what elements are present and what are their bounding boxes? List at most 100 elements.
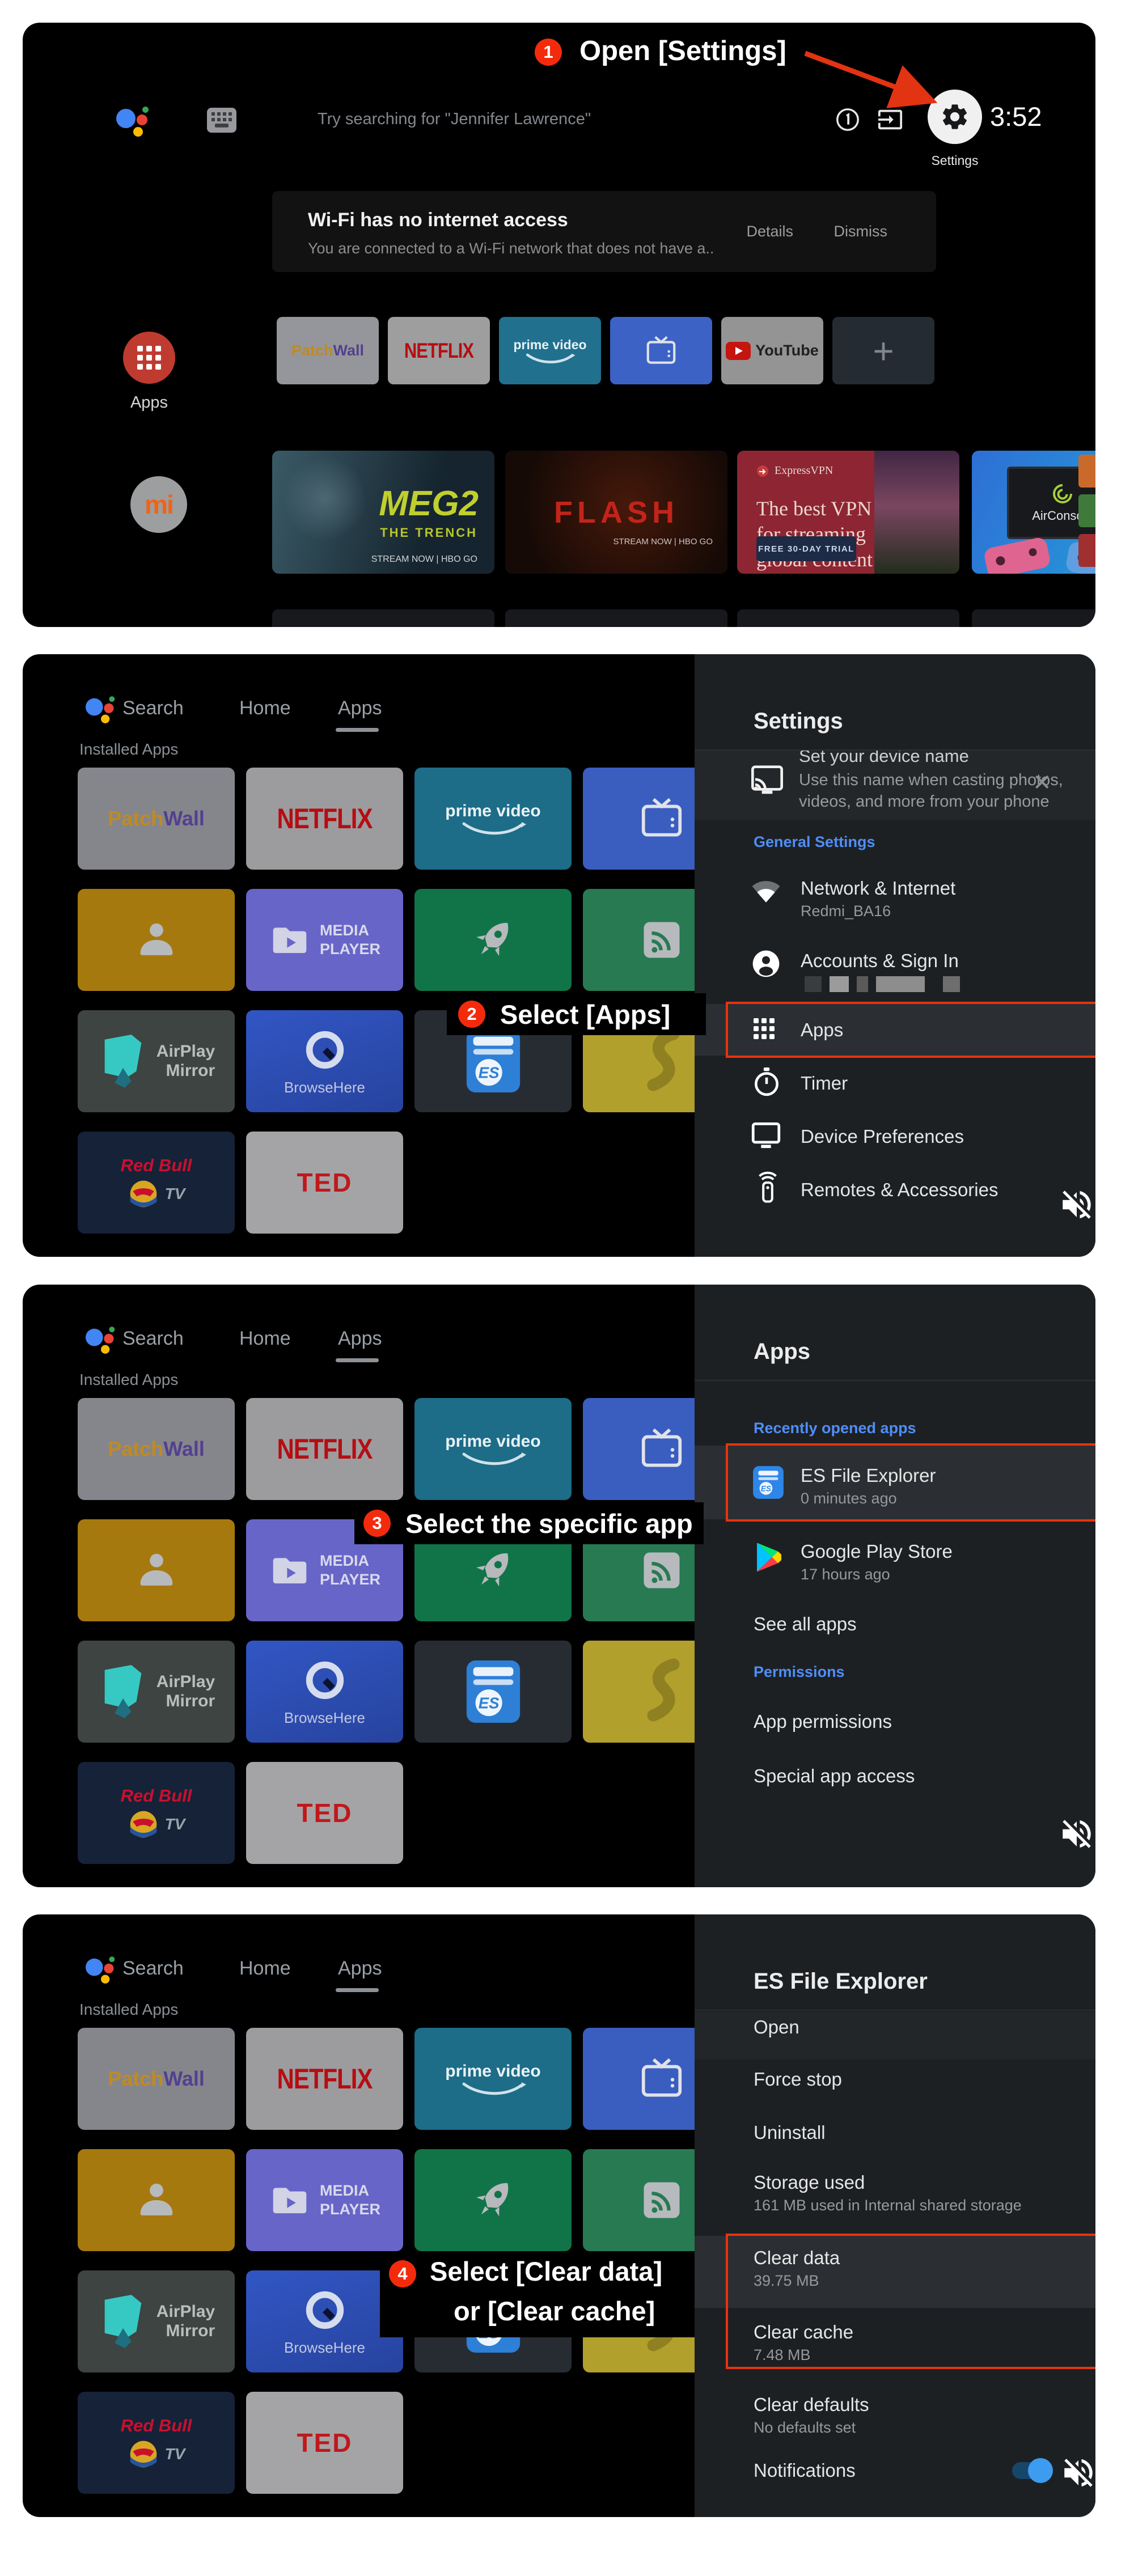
tile-es-file-explorer[interactable]: ES bbox=[414, 1641, 572, 1743]
tile-mi-tv[interactable] bbox=[610, 317, 712, 384]
prime-video-logo: prime video bbox=[445, 1432, 540, 1451]
card-airconsole[interactable]: AirConsole bbox=[972, 451, 1095, 574]
tile-redbull-tv[interactable]: Red Bull TV bbox=[78, 1132, 235, 1234]
apps-grid-icon bbox=[754, 1018, 775, 1039]
menu-item-accounts[interactable]: Accounts & Sign In bbox=[695, 944, 1095, 1007]
tab-apps[interactable]: Apps bbox=[338, 1328, 382, 1350]
browsehere-label: BrowseHere bbox=[284, 1079, 365, 1096]
tile-rocket-app[interactable] bbox=[414, 889, 572, 991]
menu-item-remotes[interactable]: Remotes & Accessories bbox=[695, 1164, 1095, 1215]
tile-netflix[interactable]: NETFLIX bbox=[246, 2028, 403, 2130]
special-app-access-item[interactable]: Special app access bbox=[754, 1765, 915, 1787]
tab-search[interactable]: Search bbox=[122, 1328, 184, 1350]
tile-ted[interactable]: TED bbox=[246, 1762, 403, 1864]
app-permissions-item[interactable]: App permissions bbox=[754, 1711, 892, 1732]
menu-item-apps[interactable]: Apps bbox=[695, 1004, 1095, 1056]
notifications-toggle[interactable] bbox=[1012, 2462, 1051, 2479]
menu-item-google-play[interactable]: Google Play Store 17 hours ago bbox=[695, 1530, 1095, 1598]
tile-redbull-tv[interactable]: Red Bull TV bbox=[78, 1762, 235, 1864]
meg2-title: MEG2 bbox=[379, 484, 479, 524]
tile-airplay-mirror[interactable]: AirPlayMirror bbox=[78, 1641, 235, 1743]
folder-play-icon bbox=[269, 2179, 311, 2221]
tab-apps[interactable]: Apps bbox=[338, 1958, 382, 1980]
menu-item-force-stop[interactable]: Force stop bbox=[754, 2069, 842, 2090]
tile-redbull-tv[interactable]: Red Bull TV bbox=[78, 2392, 235, 2494]
tile-prime-video[interactable]: prime video bbox=[499, 317, 601, 384]
tile-rocket-app[interactable] bbox=[414, 2149, 572, 2251]
menu-item-uninstall[interactable]: Uninstall bbox=[754, 2122, 826, 2143]
prime-smile-icon bbox=[459, 1451, 527, 1466]
menu-item-timer[interactable]: Timer bbox=[695, 1058, 1095, 1109]
airplay-label: AirPlay bbox=[156, 2302, 215, 2321]
dismiss-button[interactable]: Dismiss bbox=[834, 223, 888, 240]
svg-text:ES: ES bbox=[478, 1694, 499, 1711]
tab-search[interactable]: Search bbox=[122, 697, 184, 719]
tab-search[interactable]: Search bbox=[122, 1958, 184, 1980]
tab-home[interactable]: Home bbox=[239, 697, 291, 719]
keyboard-icon[interactable] bbox=[207, 108, 236, 133]
prime-video-logo: prime video bbox=[445, 2062, 540, 2081]
tile-ted[interactable]: TED bbox=[246, 1132, 403, 1234]
tile-patchwall[interactable]: PatchWall bbox=[78, 2028, 235, 2130]
tile-media-player[interactable]: MEDIAPLAYER bbox=[246, 889, 403, 991]
tile-airplay-mirror[interactable]: AirPlayMirror bbox=[78, 2270, 235, 2372]
step2-badge: 2 bbox=[458, 1001, 485, 1028]
details-button[interactable]: Details bbox=[746, 223, 793, 240]
device-name-notice[interactable]: Set your device name Use this name when … bbox=[695, 751, 1095, 820]
notice-body-2: videos, and more from your phone bbox=[799, 793, 1050, 811]
cast-tile-icon bbox=[638, 916, 686, 964]
mi-avatar[interactable]: mi bbox=[130, 476, 187, 533]
netflix-logo: NETFLIX bbox=[277, 1433, 373, 1465]
tab-apps[interactable]: Apps bbox=[338, 697, 382, 719]
tile-gallery[interactable] bbox=[78, 1519, 235, 1621]
menu-item-storage[interactable]: Storage used 161 MB used in Internal sha… bbox=[695, 2166, 1095, 2228]
vpn-headline-1: The best VPN bbox=[756, 496, 873, 522]
media-player-label: MEDIA bbox=[320, 2181, 380, 2200]
airconsole-logo bbox=[1051, 482, 1074, 505]
tile-netflix[interactable]: NETFLIX bbox=[246, 768, 403, 870]
tile-browsehere[interactable]: BrowseHere bbox=[246, 1010, 403, 1112]
expressvpn-logo-icon bbox=[756, 465, 769, 477]
menu-item-device-preferences[interactable]: Device Preferences bbox=[695, 1111, 1095, 1162]
menu-item-open[interactable]: Open bbox=[695, 2012, 1095, 2060]
tile-add-app[interactable]: + bbox=[832, 317, 934, 384]
browsehere-logo bbox=[302, 2287, 348, 2333]
tile-gallery[interactable] bbox=[78, 889, 235, 991]
tile-netflix[interactable]: NETFLIX bbox=[388, 317, 490, 384]
tile-gallery[interactable] bbox=[78, 2149, 235, 2251]
tab-home[interactable]: Home bbox=[239, 1328, 291, 1350]
tile-prime-video[interactable]: prime video bbox=[414, 1398, 572, 1500]
menu-item-clear-data[interactable]: Clear data 39.75 MB bbox=[695, 2236, 1095, 2308]
tile-patchwall[interactable]: PatchWall bbox=[78, 1398, 235, 1500]
tile-prime-video[interactable]: prime video bbox=[414, 768, 572, 870]
timer-icon bbox=[752, 1067, 781, 1098]
card-flash[interactable]: FLASH STREAM NOW | HBO GO bbox=[505, 451, 727, 574]
menu-item-clear-defaults[interactable]: Clear defaults No defaults set bbox=[695, 2385, 1095, 2447]
tile-patchwall[interactable]: PatchWall bbox=[78, 768, 235, 870]
apps-rail-button[interactable] bbox=[123, 332, 175, 384]
tile-netflix[interactable]: NETFLIX bbox=[246, 1398, 403, 1500]
menu-item-network[interactable]: Network & Internet Redmi_BA16 bbox=[695, 872, 1095, 934]
tile-browsehere[interactable]: BrowseHere bbox=[246, 1641, 403, 1743]
person-photo-icon bbox=[130, 914, 183, 966]
tile-media-player[interactable]: MEDIAPLAYER bbox=[246, 2149, 403, 2251]
tile-patchwall[interactable]: PatchWall bbox=[277, 317, 379, 384]
see-all-apps-item[interactable]: See all apps bbox=[754, 1613, 857, 1635]
menu-item-es-file-explorer[interactable]: ES ES File Explorer 0 minutes ago bbox=[695, 1446, 1095, 1519]
tab-apps-underline bbox=[336, 728, 379, 732]
tab-home[interactable]: Home bbox=[239, 1958, 291, 1980]
menu-item-clear-cache[interactable]: Clear cache 7.48 MB bbox=[695, 2311, 1095, 2374]
card-meg2[interactable]: MEG2 THE TRENCH STREAM NOW | HBO GO bbox=[272, 451, 494, 574]
browsehere-label: BrowseHere bbox=[284, 2339, 365, 2357]
es-item-sub: 0 minutes ago bbox=[801, 1490, 897, 1507]
close-icon[interactable]: ✕ bbox=[1033, 770, 1052, 796]
tile-youtube[interactable]: YouTube bbox=[721, 317, 823, 384]
tile-prime-video[interactable]: prime video bbox=[414, 2028, 572, 2130]
tile-airplay-mirror[interactable]: AirPlayMirror bbox=[78, 1010, 235, 1112]
assistant-logo-icon bbox=[116, 102, 150, 136]
vpn-trial-button[interactable]: FREE 30-DAY TRIAL bbox=[756, 536, 856, 561]
patchwall-logo: Patch bbox=[108, 1437, 163, 1461]
search-hint[interactable]: Try searching for "Jennifer Lawrence" bbox=[318, 110, 591, 129]
card-expressvpn[interactable]: ExpressVPN The best VPN for streaming gl… bbox=[737, 451, 959, 574]
tile-ted[interactable]: TED bbox=[246, 2392, 403, 2494]
